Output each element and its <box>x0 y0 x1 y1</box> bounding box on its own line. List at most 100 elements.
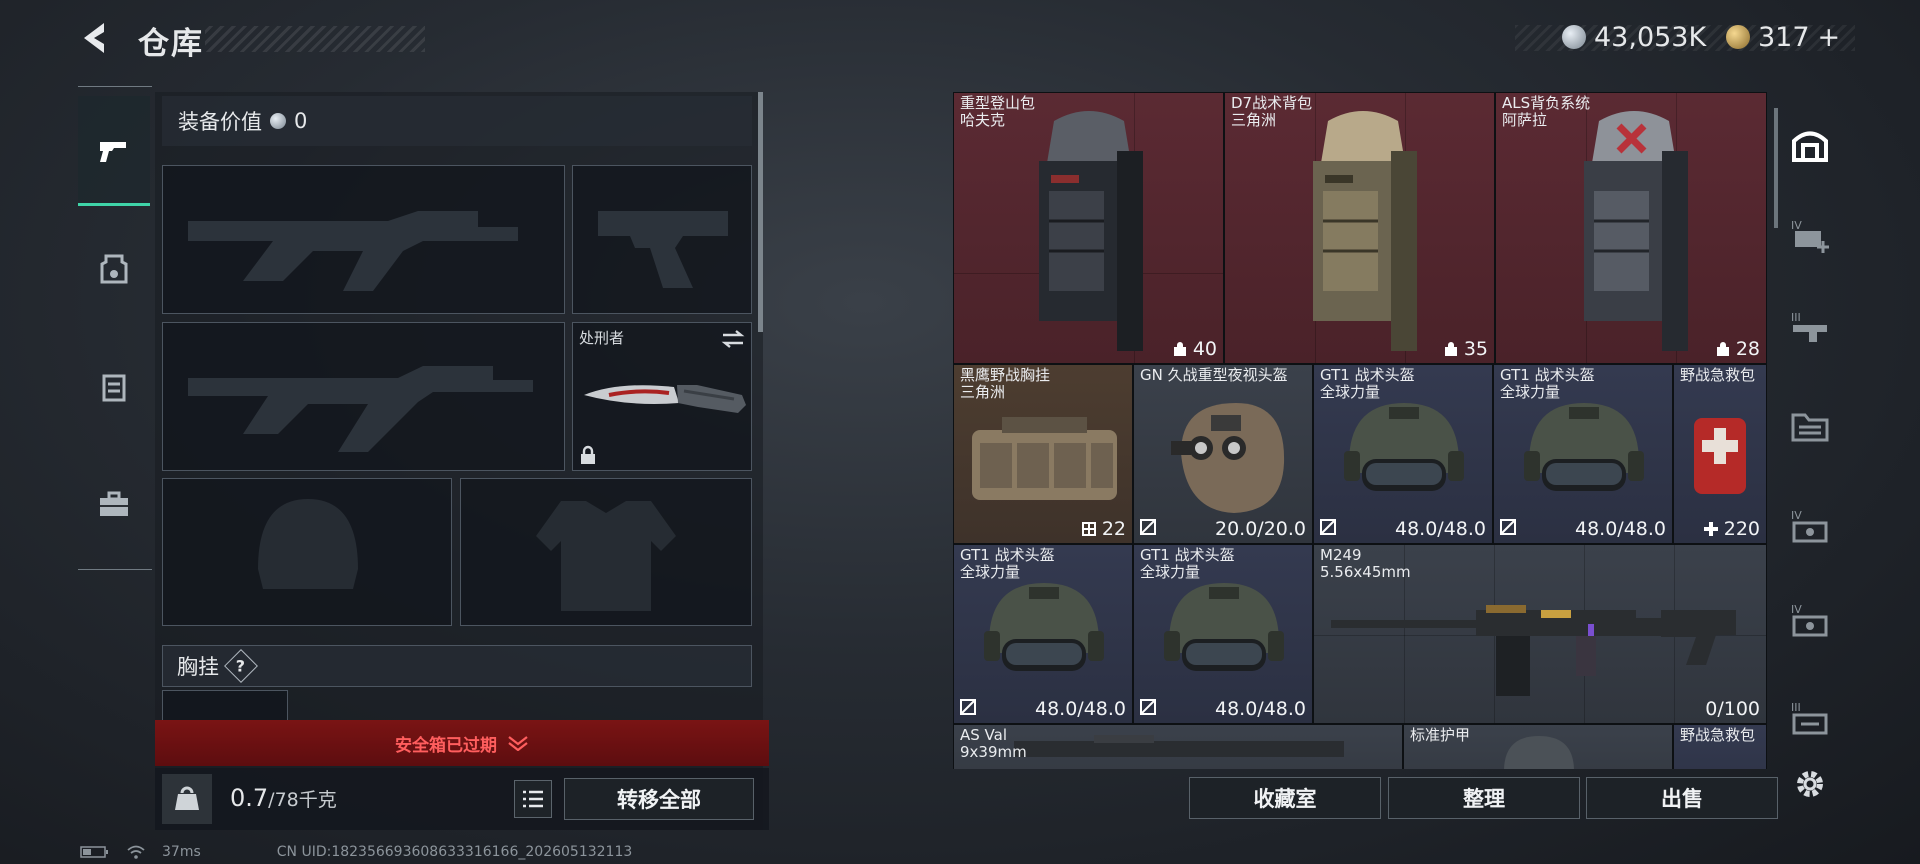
silver-coin-icon <box>1562 25 1586 49</box>
stash-item-heavy-backpack[interactable]: 重型登山包 哈夫克 40 <box>953 92 1224 364</box>
currency-silver: 43,053K <box>1562 20 1706 54</box>
armor-image <box>1504 736 1574 769</box>
rifle-silhouette-icon <box>188 211 518 291</box>
item-name: 标准护甲 <box>1410 726 1471 744</box>
stash-item-gt1-helmet[interactable]: GT1 战术头盔 全球力量 48.0/48.0 <box>1493 364 1673 544</box>
stash-item-gt1-helmet[interactable]: GT1 战术头盔 全球力量 48.0/48.0 <box>1133 544 1313 724</box>
tab-stash-3[interactable]: III <box>1782 292 1838 364</box>
chest-rig-image <box>972 417 1117 500</box>
tier4-case-icon: IV <box>1791 509 1828 543</box>
stash-item-m249[interactable]: M249 5.56x45mm 0/100 <box>1313 544 1767 724</box>
stash-home-icon <box>1792 131 1828 162</box>
durability-icon <box>1500 519 1516 539</box>
ping-text: 37ms <box>162 844 201 860</box>
add-currency-button[interactable]: + <box>1818 22 1841 53</box>
lock-icon <box>581 445 595 464</box>
tier3-rifle-icon: III <box>1791 311 1827 342</box>
stash-item-nv-helmet[interactable]: GN 久战重型夜视头盔 20.0/20.0 <box>1133 364 1313 544</box>
item-stat: 48.0/48.0 <box>1034 698 1126 720</box>
tab-stash-2[interactable]: IV <box>1782 200 1838 272</box>
tab-armor[interactable] <box>78 214 150 324</box>
pistol-icon <box>100 141 126 162</box>
item-stat: 220 <box>1703 518 1760 540</box>
settings-gear-icon <box>1797 771 1823 797</box>
durability-icon <box>960 699 976 719</box>
stash-item-gt1-helmet[interactable]: GT1 战术头盔 全球力量 48.0/48.0 <box>953 544 1133 724</box>
organize-button[interactable]: 整理 <box>1388 777 1580 819</box>
durability-icon <box>1140 699 1156 719</box>
tab-stash-6[interactable]: IV <box>1782 584 1838 656</box>
back-arrow-icon[interactable] <box>78 20 114 56</box>
melee-slot[interactable]: 处刑者 <box>572 322 752 471</box>
helmet-image <box>1164 583 1284 671</box>
stash-item-as-val[interactable]: AS Val 9x39mm <box>953 724 1403 769</box>
first-aid-kit-image <box>1694 418 1746 494</box>
tab-case[interactable] <box>78 450 150 560</box>
list-icon <box>523 790 543 808</box>
backpack-image <box>1039 111 1143 351</box>
melee-name: 处刑者 <box>579 329 625 347</box>
tab-weapons[interactable] <box>78 96 150 206</box>
collection-room-button[interactable]: 收藏室 <box>1189 777 1381 819</box>
tab-stash-7[interactable]: III <box>1782 682 1838 754</box>
secondary-weapon-slot[interactable] <box>162 322 565 471</box>
tab-stash-5[interactable]: IV <box>1782 490 1838 562</box>
stash-item-standard-armor[interactable]: 标准护甲 <box>1403 724 1673 769</box>
wifi-icon <box>127 845 145 859</box>
chest-rig-header: 胸挂 ? <box>162 645 752 687</box>
safe-box-expired-banner[interactable]: 安全箱已过期 <box>155 720 769 766</box>
item-stat: 22 <box>1081 518 1126 540</box>
swap-icon[interactable] <box>721 329 745 349</box>
item-name: GT1 战术头盔 全球力量 <box>1320 366 1415 401</box>
tab-chest-rig[interactable] <box>78 332 150 442</box>
item-stat: 0/100 <box>1705 698 1760 720</box>
item-stat: 35 <box>1443 338 1488 360</box>
tab-stash-4[interactable] <box>1782 390 1838 462</box>
stash-item-chest-rig[interactable]: 黑鹰野战胸挂 三角洲 22 <box>953 364 1133 544</box>
stash-item-gt1-helmet[interactable]: GT1 战术头盔 全球力量 48.0/48.0 <box>1313 364 1493 544</box>
item-name: AS Val 9x39mm <box>960 726 1027 761</box>
backpack-image <box>1313 111 1417 351</box>
stash-grid: 重型登山包 哈夫克 40 D7战术背包 三角洲 35 ALS背负系统 阿萨拉 2… <box>953 92 1767 769</box>
body-armor-slot[interactable] <box>460 478 752 626</box>
stash-item-als-backpack[interactable]: ALS背负系统 阿萨拉 28 <box>1495 92 1767 364</box>
stash-item-d7-backpack[interactable]: D7战术背包 三角洲 35 <box>1224 92 1495 364</box>
item-stat: 40 <box>1172 338 1217 360</box>
weight-icon-box <box>162 774 212 824</box>
sidearm-slot[interactable] <box>572 165 752 314</box>
equipment-value-bar: 装备价值 0 <box>162 96 752 146</box>
tab-stash-home[interactable] <box>1782 108 1838 180</box>
uid-text: CN UID:18235669360863331616​6_2026051321… <box>276 844 633 860</box>
armor-silhouette-icon <box>536 501 676 611</box>
item-name: 黑鹰野战胸挂 三角洲 <box>960 366 1051 401</box>
stash-scrollbar[interactable] <box>1774 108 1778 228</box>
carry-weight: 0.7/78千克 <box>230 784 337 812</box>
svg-text:III: III <box>1791 701 1801 714</box>
tier4-add-icon: IV <box>1791 219 1829 253</box>
svg-text:IV: IV <box>1791 509 1802 522</box>
item-stat: 48.0/48.0 <box>1214 698 1306 720</box>
settings-button[interactable] <box>1782 748 1838 820</box>
equipment-value: 0 <box>294 109 308 133</box>
transfer-all-button[interactable]: 转移全部 <box>564 778 754 820</box>
stash-item-first-aid-kit[interactable]: 野战急救包 <box>1673 724 1767 769</box>
primary-weapon-slot[interactable] <box>162 165 565 314</box>
helmet-image <box>984 583 1104 671</box>
helmet-slot[interactable] <box>162 478 452 626</box>
loadout-scrollbar[interactable] <box>758 92 763 332</box>
currency-gold[interactable]: 317 + <box>1726 20 1840 54</box>
gold-amount: 317 <box>1758 21 1810 53</box>
item-stat: 48.0/48.0 <box>1394 518 1486 540</box>
silver-coin-icon <box>270 113 286 129</box>
item-name: M249 5.56x45mm <box>1320 546 1411 581</box>
svg-text:IV: IV <box>1791 603 1802 616</box>
helmet-silhouette-icon <box>258 499 358 589</box>
item-name: ALS背负系统 阿萨拉 <box>1502 94 1591 129</box>
help-icon[interactable]: ? <box>224 649 258 683</box>
capacity-icon <box>1173 342 1186 356</box>
pistol-silhouette-icon <box>598 211 728 288</box>
stash-item-first-aid-kit[interactable]: 野战急救包 220 <box>1673 364 1767 544</box>
sell-button[interactable]: 出售 <box>1586 777 1778 819</box>
list-view-button[interactable] <box>514 780 552 818</box>
rifle-silhouette-icon <box>188 366 533 452</box>
